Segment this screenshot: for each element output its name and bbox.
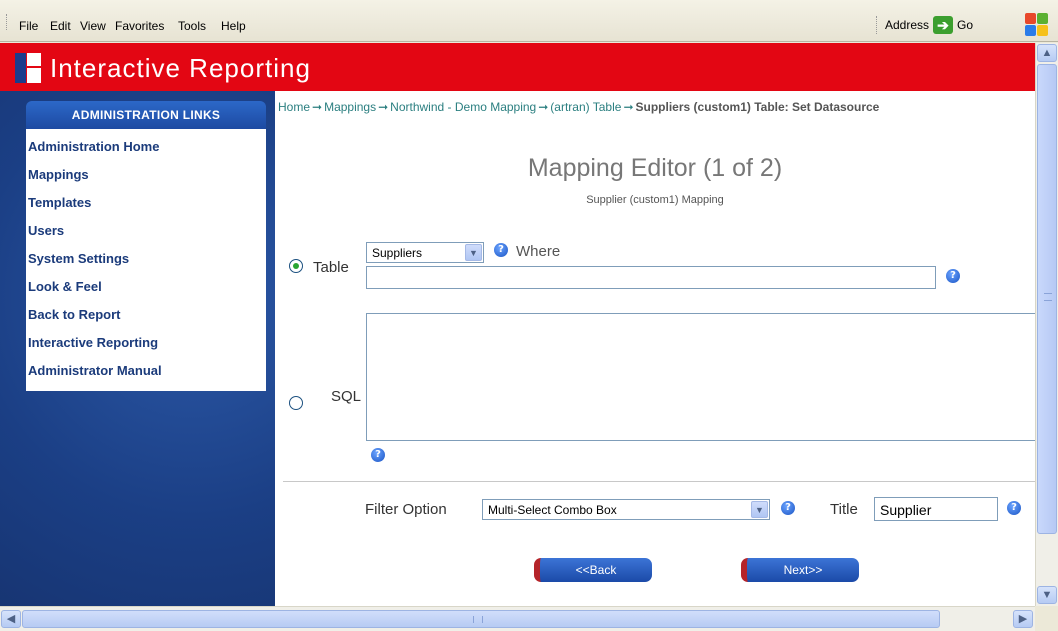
table-label: Table <box>313 259 349 276</box>
browser-menubar: File Edit View Favorites Tools Help Addr… <box>0 0 1058 42</box>
sidebar-link-system-settings[interactable]: System Settings <box>26 245 266 273</box>
where-input[interactable] <box>366 266 936 289</box>
breadcrumb-arrow-icon: ➞ <box>538 100 549 114</box>
sidebar-link-interactive-reporting[interactable]: Interactive Reporting <box>26 329 266 357</box>
where-label: Where <box>516 243 561 260</box>
menu-file[interactable]: File <box>19 19 38 33</box>
menu-tools[interactable]: Tools <box>178 19 206 33</box>
menu-favorites[interactable]: Favorites <box>115 19 164 33</box>
breadcrumb-current: Suppliers (custom1) Table: Set Datasourc… <box>635 100 880 114</box>
table-radio[interactable] <box>289 259 303 273</box>
title-label: Title <box>830 501 858 518</box>
horizontal-scrollbar[interactable]: ◀ ▶ <box>0 606 1035 631</box>
breadcrumb-artran-table[interactable]: (artran) Table <box>550 100 621 114</box>
toolbar-grip <box>6 14 9 30</box>
app-header: Interactive Reporting <box>0 43 1035 91</box>
app-title: Interactive Reporting <box>50 53 311 83</box>
sidebar-link-templates[interactable]: Templates <box>26 189 266 217</box>
address-label[interactable]: Address <box>885 18 929 32</box>
breadcrumb-home[interactable]: Home <box>278 100 310 114</box>
admin-links-header: ADMINISTRATION LINKS <box>26 101 266 129</box>
breadcrumb-arrow-icon: ➞ <box>378 100 389 114</box>
app-logo-icon <box>15 53 43 83</box>
sidebar-link-back-to-report[interactable]: Back to Report <box>26 301 266 329</box>
page-title: Mapping Editor (1 of 2) <box>527 154 783 182</box>
go-arrow-icon[interactable]: ➔ <box>933 16 954 34</box>
sidebar: ADMINISTRATION LINKS Administration Home… <box>0 91 275 606</box>
admin-links-panel: ADMINISTRATION LINKS Administration Home… <box>26 101 266 391</box>
sidebar-link-administrator-manual[interactable]: Administrator Manual <box>26 357 266 385</box>
title-input[interactable]: Supplier <box>874 497 998 521</box>
help-icon[interactable]: ? <box>371 448 385 462</box>
menu-edit[interactable]: Edit <box>50 19 71 33</box>
address-bar: Address ➔ Go <box>876 13 973 37</box>
sql-textarea[interactable] <box>366 313 1035 441</box>
help-icon[interactable]: ? <box>946 269 960 283</box>
menu-help[interactable]: Help <box>221 19 246 33</box>
breadcrumb-arrow-icon: ➞ <box>312 100 323 114</box>
scroll-up-icon[interactable]: ▲ <box>1037 44 1057 62</box>
breadcrumb-mappings[interactable]: Mappings <box>324 100 376 114</box>
vertical-scroll-thumb[interactable] <box>1037 64 1057 534</box>
sidebar-link-mappings[interactable]: Mappings <box>26 161 266 189</box>
sidebar-link-look-and-feel[interactable]: Look & Feel <box>26 273 266 301</box>
scroll-right-icon[interactable]: ▶ <box>1013 610 1033 628</box>
go-button[interactable]: Go <box>957 18 973 32</box>
sidebar-link-administration-home[interactable]: Administration Home <box>26 133 266 161</box>
next-button[interactable]: Next>> <box>741 558 859 582</box>
help-icon[interactable]: ? <box>1007 501 1021 515</box>
scroll-down-icon[interactable]: ▼ <box>1037 586 1057 604</box>
vertical-scrollbar[interactable]: ▲ ▼ <box>1035 43 1058 606</box>
breadcrumb-arrow-icon: ➞ <box>623 100 634 114</box>
chevron-down-icon[interactable]: ▼ <box>465 244 482 261</box>
scrollbar-corner <box>1035 606 1058 631</box>
help-icon[interactable]: ? <box>781 501 795 515</box>
toolbar-separator <box>876 16 877 34</box>
back-button[interactable]: <<Back <box>534 558 652 582</box>
filter-option-select[interactable]: Multi-Select Combo Box ▼ <box>482 499 770 520</box>
help-icon[interactable]: ? <box>494 243 508 257</box>
scroll-left-icon[interactable]: ◀ <box>1 610 21 628</box>
chevron-down-icon[interactable]: ▼ <box>751 501 768 518</box>
filter-option-label: Filter Option <box>365 501 447 518</box>
sql-radio[interactable] <box>289 396 303 410</box>
breadcrumb: Home ➞ Mappings ➞ Northwind - Demo Mapping ➞(… <box>278 100 879 114</box>
main-content: Home ➞ Mappings ➞ Northwind - Demo Mapping ➞(… <box>275 91 1035 606</box>
filter-option-value: Multi-Select Combo Box <box>488 503 617 517</box>
breadcrumb-northwind-demo-mapping[interactable]: Northwind - Demo Mapping <box>390 100 536 114</box>
menu-view[interactable]: View <box>80 19 106 33</box>
divider <box>283 481 1035 482</box>
sidebar-link-users[interactable]: Users <box>26 217 266 245</box>
table-select[interactable]: Suppliers ▼ <box>366 242 484 263</box>
admin-links-list: Administration Home Mappings Templates U… <box>26 129 266 391</box>
page-subtitle: Supplier (custom1) Mapping <box>586 194 724 206</box>
table-select-value: Suppliers <box>372 246 423 260</box>
horizontal-scroll-thumb[interactable] <box>22 610 940 628</box>
windows-logo-icon <box>1024 12 1050 38</box>
sql-label: SQL <box>331 388 362 405</box>
